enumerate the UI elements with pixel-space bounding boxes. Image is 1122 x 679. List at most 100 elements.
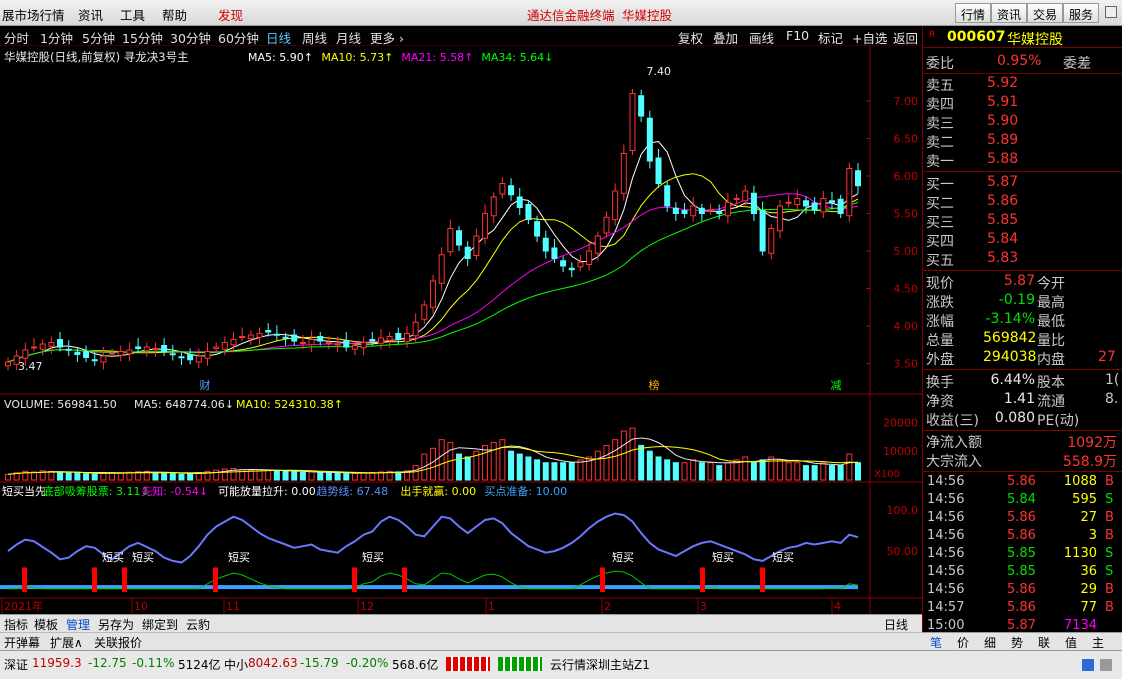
quote-tab-6[interactable]: 主 bbox=[1092, 634, 1104, 651]
sz-updown-bar-icon bbox=[446, 657, 490, 671]
menu-market[interactable]: 展市场行情 bbox=[2, 5, 65, 24]
period-toolbar: 分时 1分钟 5分钟 15分钟 30分钟 60分钟 日线 周线 月线 更多 › 复权 叠加 画线 F10 标… bbox=[0, 26, 922, 46]
volume-bar bbox=[83, 473, 90, 481]
quote-tab-5[interactable]: 值 bbox=[1065, 634, 1077, 651]
bottom-tab-4[interactable]: 绑定到 bbox=[142, 616, 178, 633]
candle bbox=[560, 256, 567, 272]
vol-tick-0: 20000 bbox=[883, 416, 918, 429]
quote-tab-1[interactable]: 价 bbox=[957, 634, 969, 651]
toolbar-4[interactable]: 标记 bbox=[818, 28, 843, 47]
server-name[interactable]: 云行情深圳主站Z1 bbox=[550, 656, 650, 673]
period-tab-1[interactable]: 1分钟 bbox=[40, 28, 73, 47]
bottom-period[interactable]: 日线 bbox=[884, 616, 908, 633]
tick-price-3: 5.86 bbox=[1007, 528, 1036, 543]
candle bbox=[820, 191, 827, 218]
period-tab-7[interactable]: 周线 bbox=[302, 28, 327, 47]
tick-vol-5: 36 bbox=[1080, 564, 1097, 579]
bottom-tab-5[interactable]: 云豹 bbox=[186, 616, 210, 633]
stat-label2-3: 量比 bbox=[1037, 333, 1065, 349]
quote-tab-3[interactable]: 势 bbox=[1011, 634, 1023, 651]
bid-price-2: 5.85 bbox=[987, 212, 1019, 228]
volume-bar bbox=[655, 456, 662, 481]
short-buy-bar bbox=[600, 567, 605, 592]
tick-vol-4: 1130 bbox=[1063, 546, 1097, 561]
extension-tab-1[interactable]: 扩展∧ bbox=[50, 634, 83, 651]
bottom-tab-0[interactable]: 指标 bbox=[4, 616, 28, 633]
tick-vol-3: 3 bbox=[1088, 528, 1097, 543]
volume-bar bbox=[707, 462, 714, 481]
app-title: 通达信金融终端 bbox=[527, 8, 615, 23]
ask-label-3: 卖二 bbox=[926, 135, 954, 151]
volume-bar bbox=[612, 439, 619, 481]
candle bbox=[794, 189, 801, 211]
indicator-tabs: 指标模板管理另存为绑定到云豹日线+− bbox=[0, 614, 922, 641]
period-tab-2[interactable]: 5分钟 bbox=[82, 28, 115, 47]
quote-tab-2[interactable]: 细 bbox=[984, 634, 996, 651]
tick-price-2: 5.86 bbox=[1007, 510, 1036, 525]
candle bbox=[377, 329, 384, 350]
zx-index-label: 中小 bbox=[224, 658, 249, 672]
event-marker-2: 减 bbox=[831, 379, 842, 392]
volume-bar bbox=[594, 450, 601, 481]
r-flag-icon: R bbox=[929, 30, 936, 40]
date-label-2: 11 bbox=[226, 600, 240, 613]
tick-price-7: 5.86 bbox=[1007, 600, 1036, 615]
window-stock-name: 华媒控股 bbox=[622, 8, 673, 23]
toolbar-6[interactable]: 返回 bbox=[893, 28, 918, 47]
menu-help[interactable]: 帮助 bbox=[162, 5, 187, 24]
quote-tab-4[interactable]: 联 bbox=[1038, 634, 1050, 651]
toolbar-3[interactable]: F10 bbox=[786, 28, 809, 43]
candle bbox=[57, 332, 64, 352]
volume-bar bbox=[681, 462, 688, 481]
minimize-icon[interactable] bbox=[1105, 6, 1117, 18]
menu-tools[interactable]: 工具 bbox=[120, 5, 145, 24]
period-tab-9[interactable]: 更多 › bbox=[370, 28, 404, 47]
candle bbox=[291, 329, 298, 346]
candle bbox=[638, 89, 645, 122]
short-buy-bar bbox=[122, 567, 127, 592]
trade-button[interactable]: 交易 bbox=[1027, 3, 1064, 23]
high-price-label: 7.40 bbox=[646, 65, 671, 78]
menu-news[interactable]: 资讯 bbox=[78, 5, 103, 24]
period-tab-6[interactable]: 日线 bbox=[266, 28, 291, 47]
service-button[interactable]: 服务 bbox=[1063, 3, 1100, 23]
kline-chart[interactable]: 7.00 6.50 6.00 5.50 5.00 4.50 4.00 3.50 华媒控股(日线,… bbox=[0, 46, 922, 614]
toolbar-0[interactable]: 复权 bbox=[678, 28, 703, 47]
stat-value2-4: 27 bbox=[1098, 349, 1116, 365]
quote-tab-0[interactable]: 笔 bbox=[930, 634, 942, 651]
volume-bar bbox=[282, 470, 289, 481]
menu-discover[interactable]: 发现 bbox=[218, 5, 243, 24]
short-buy-label-2: 短买 bbox=[228, 550, 250, 564]
quote-button[interactable]: 行情 bbox=[955, 3, 992, 23]
volume-bar bbox=[577, 459, 584, 481]
period-tab-5[interactable]: 60分钟 bbox=[218, 28, 259, 47]
period-tab-0[interactable]: 分时 bbox=[4, 28, 29, 47]
bottom-tab-1[interactable]: 模板 bbox=[34, 616, 58, 633]
toolbar-5[interactable]: +自选 bbox=[852, 28, 887, 47]
period-tab-8[interactable]: 月线 bbox=[336, 28, 361, 47]
volume-bar bbox=[837, 465, 844, 481]
candle bbox=[811, 197, 818, 215]
toolbar-1[interactable]: 叠加 bbox=[713, 28, 738, 47]
info-button[interactable]: 资讯 bbox=[991, 3, 1028, 23]
volume-bar bbox=[91, 473, 98, 481]
candle bbox=[317, 332, 324, 346]
flow-label-1: 大宗流入 bbox=[926, 454, 982, 470]
extension-tab-2[interactable]: 关联报价 bbox=[94, 634, 142, 651]
quote-panel: R 000607 华媒控股 委比 0.95% 委差 卖五 5.92 卖四 5.91 卖三 5.90 卖二… bbox=[922, 26, 1122, 658]
volume-bar bbox=[516, 453, 523, 481]
volume-bar bbox=[490, 442, 497, 481]
toolbar-2[interactable]: 画线 bbox=[749, 28, 774, 47]
tick-time-1: 14:56 bbox=[927, 492, 965, 507]
network-icon[interactable] bbox=[1082, 659, 1094, 671]
bottom-tab-2[interactable]: 管理 bbox=[66, 616, 90, 633]
period-tab-4[interactable]: 30分钟 bbox=[170, 28, 211, 47]
extension-tab-0[interactable]: 开弹幕 bbox=[4, 634, 40, 651]
short-buy-bar bbox=[402, 567, 407, 592]
candle bbox=[837, 194, 844, 218]
settings-icon[interactable] bbox=[1100, 659, 1112, 671]
bottom-tab-3[interactable]: 另存为 bbox=[98, 616, 134, 633]
candle bbox=[48, 336, 55, 354]
period-tab-3[interactable]: 15分钟 bbox=[122, 28, 163, 47]
candle bbox=[681, 203, 688, 218]
